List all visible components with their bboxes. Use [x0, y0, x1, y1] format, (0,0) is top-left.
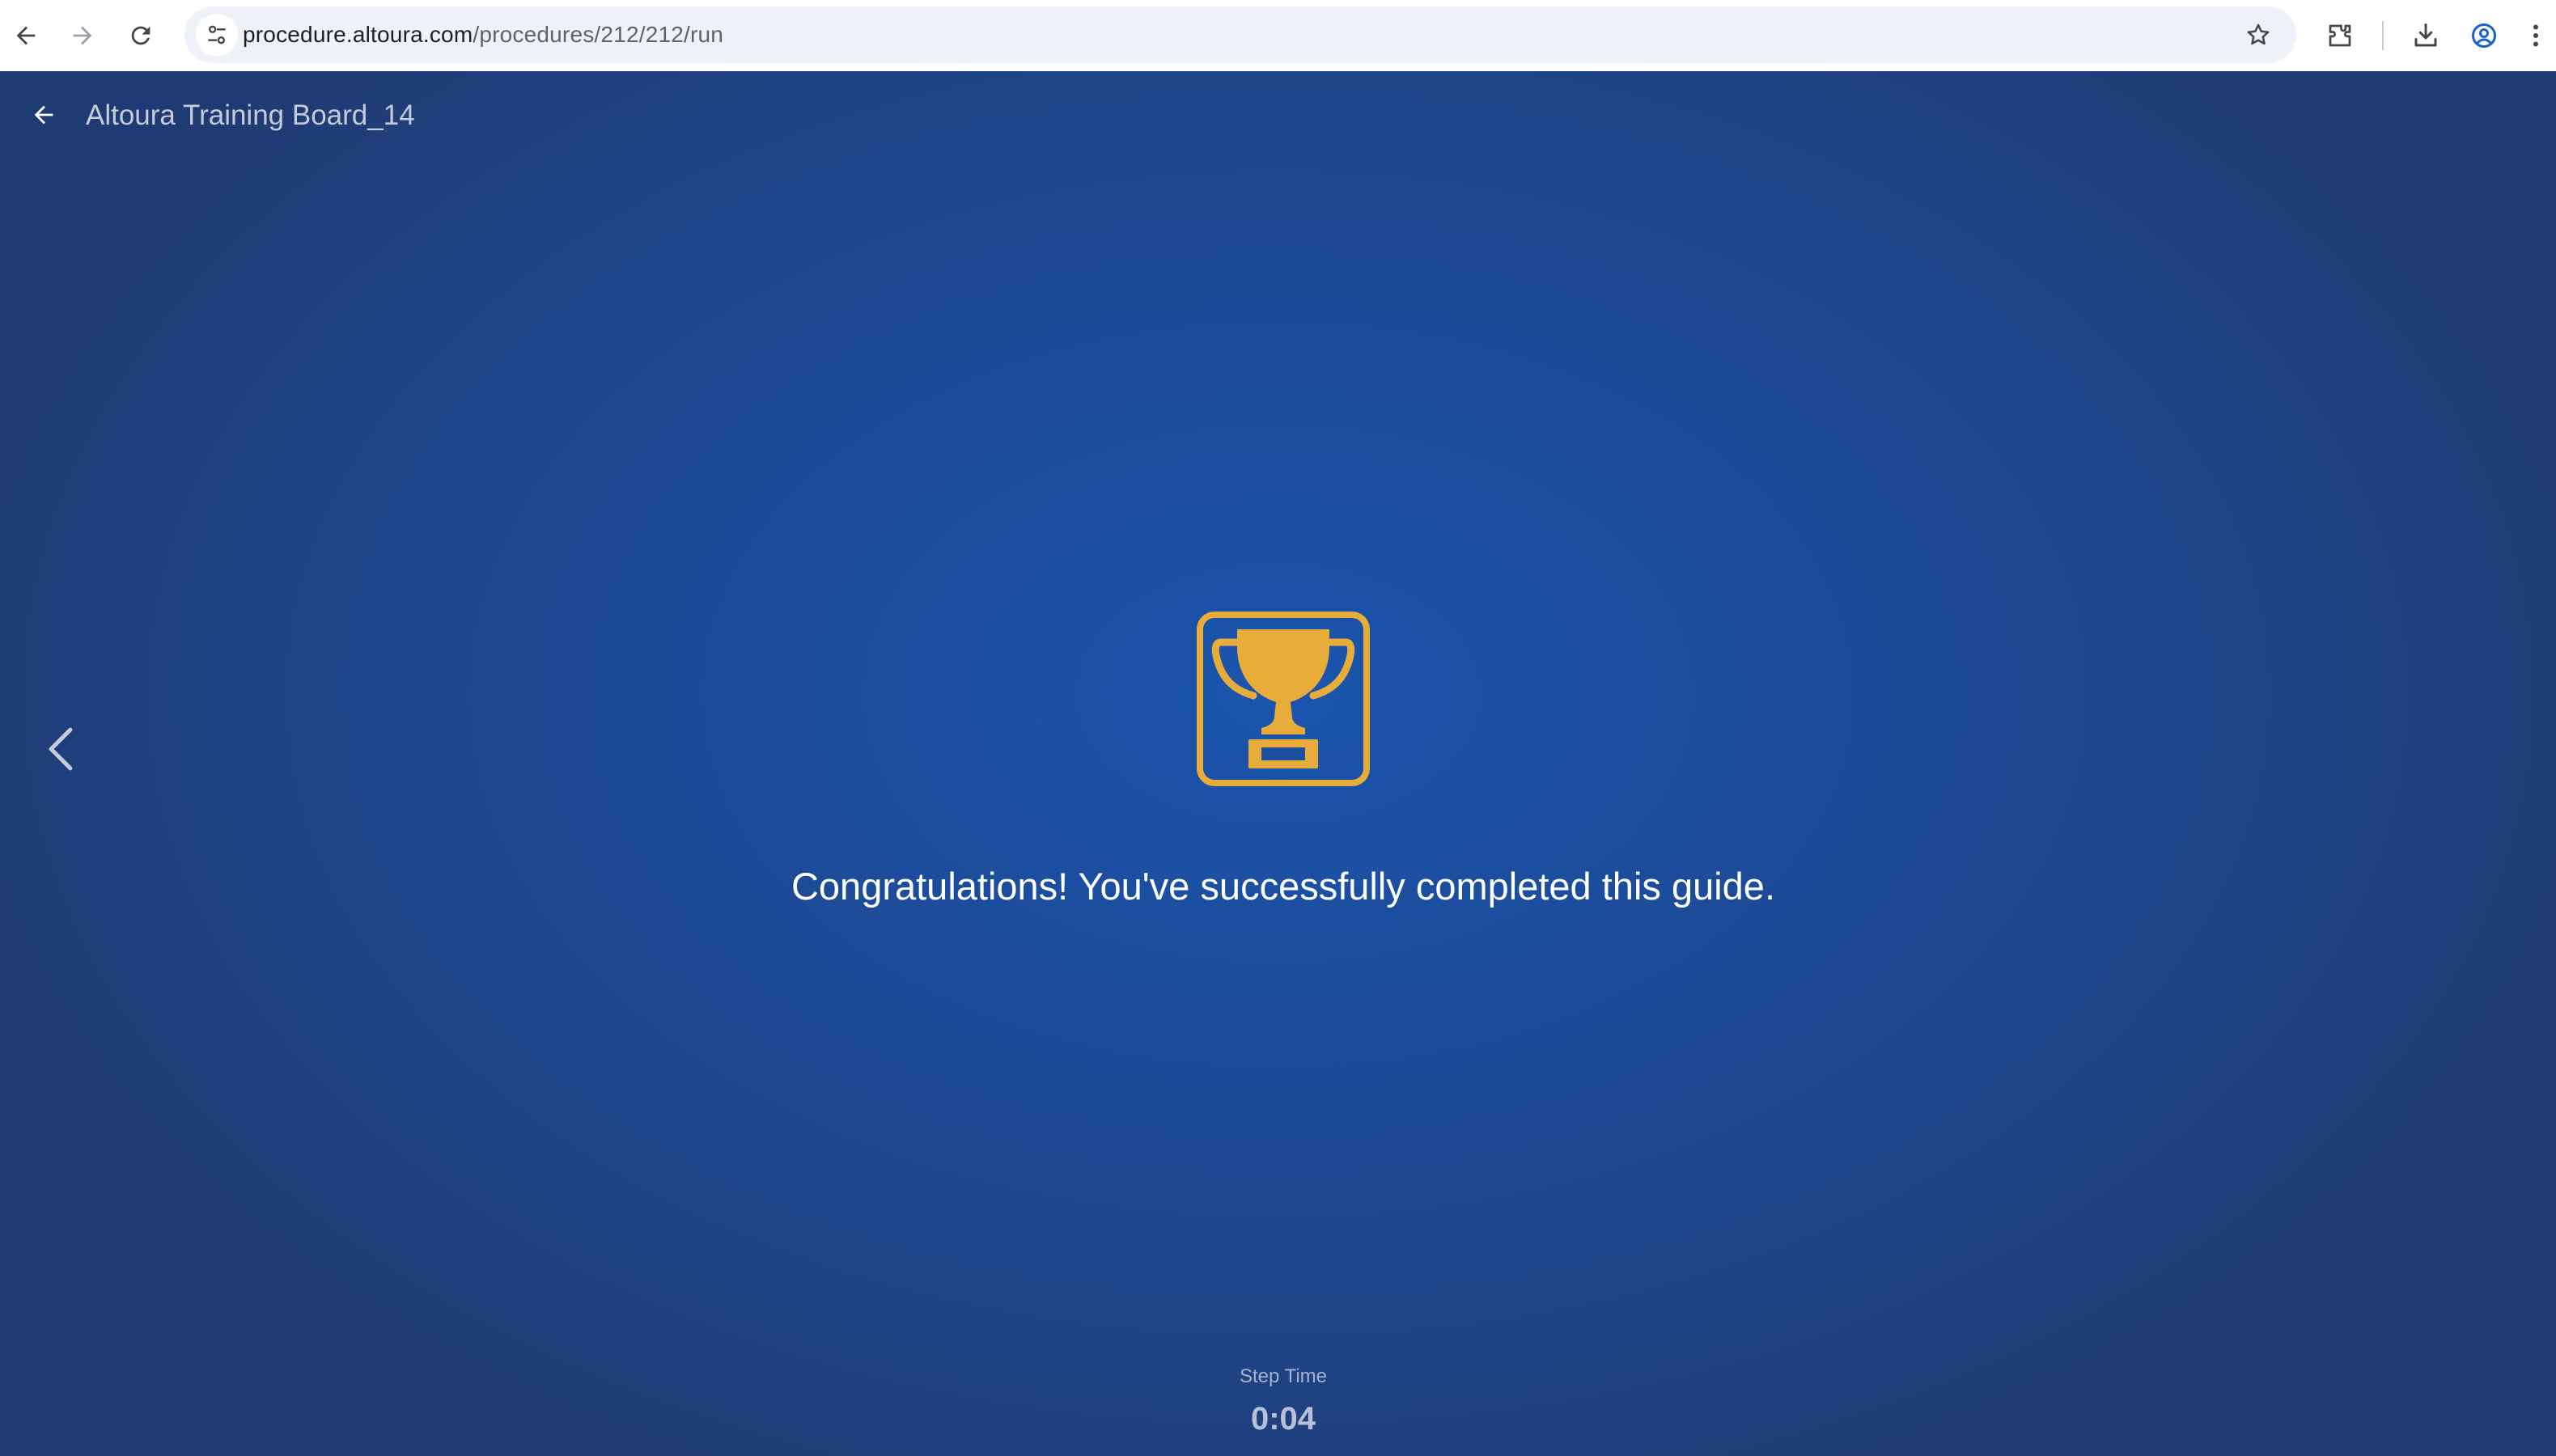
star-icon [2247, 23, 2270, 45]
chevron-left-icon [49, 727, 73, 771]
profile-button[interactable] [2460, 11, 2508, 60]
address-bar[interactable]: procedure.altoura.com/procedures/212/212… [184, 6, 2296, 63]
puzzle-icon [2329, 24, 2351, 47]
arrow-right-icon [73, 26, 92, 45]
step-time-label: Step Time [1239, 1365, 1328, 1387]
tune-icon [208, 25, 226, 44]
site-info-button[interactable] [196, 14, 238, 56]
browser-toolbar: procedure.altoura.com/procedures/212/212… [0, 0, 2556, 71]
browser-reload-button[interactable] [117, 11, 165, 60]
step-time-value: 0:04 [1250, 1401, 1316, 1437]
downloads-button[interactable] [2401, 11, 2450, 60]
url-host: procedure.altoura.com [243, 22, 473, 47]
arrow-left-icon [34, 105, 53, 125]
url-path: /procedures/212/212/run [473, 22, 724, 47]
exit-guide-button[interactable] [23, 94, 65, 136]
browser-forward-button[interactable] [58, 11, 107, 60]
arrow-left-icon [16, 26, 36, 45]
download-icon [2414, 23, 2437, 47]
browser-back-button[interactable] [2, 11, 50, 60]
more-vert-icon [2533, 24, 2538, 47]
browser-menu-button[interactable] [2518, 11, 2554, 60]
reload-icon [131, 26, 150, 45]
guide-title: Altoura Training Board_14 [86, 99, 415, 131]
completion-message: Congratulations! You've successfully com… [791, 865, 1776, 908]
bookmark-button[interactable] [2238, 15, 2278, 55]
account-circle-icon [2472, 23, 2496, 48]
extensions-button[interactable] [2316, 11, 2364, 60]
previous-step-button[interactable] [40, 723, 81, 775]
toolbar-divider [2382, 21, 2384, 50]
guide-completion-screen: Altoura Training Board_14 Congratulation… [0, 71, 2556, 1456]
trophy-icon [1197, 612, 1370, 786]
url-text[interactable]: procedure.altoura.com/procedures/212/212… [243, 6, 723, 63]
